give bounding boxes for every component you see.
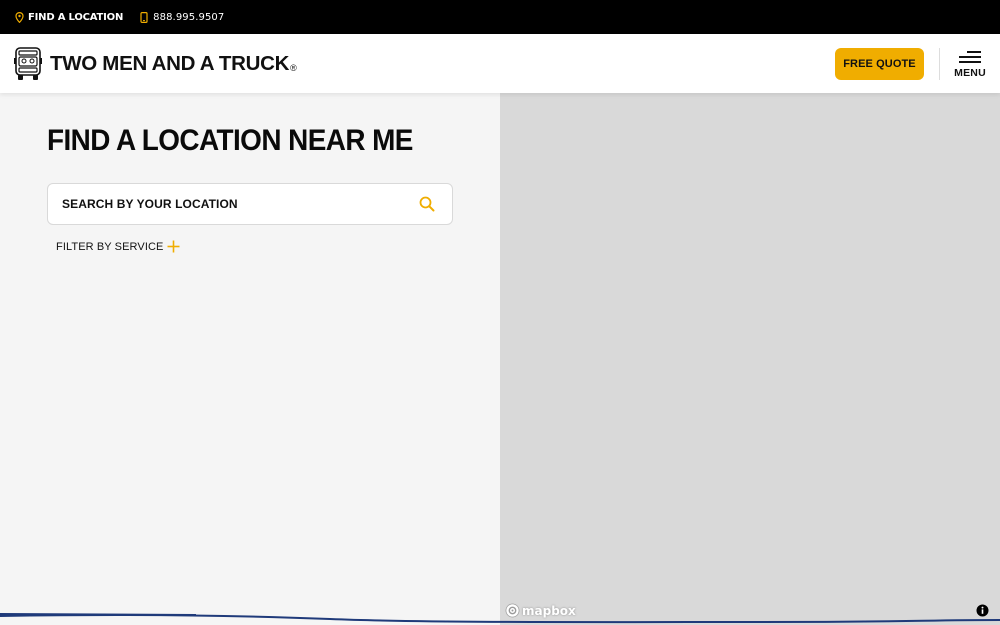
menu-button[interactable]: MENU bbox=[950, 48, 990, 80]
hamburger-icon bbox=[959, 51, 981, 63]
free-quote-button[interactable]: FREE QUOTE bbox=[835, 48, 924, 80]
mapbox-attribution-logo[interactable]: mapbox bbox=[505, 603, 576, 618]
phone-number: 888.995.9507 bbox=[153, 11, 225, 23]
find-location-label: FIND A LOCATION bbox=[28, 11, 124, 23]
map-pin-icon bbox=[15, 11, 24, 23]
filter-by-service-toggle[interactable]: FILTER BY SERVICE bbox=[56, 240, 180, 253]
header-divider bbox=[939, 48, 940, 80]
location-search-panel: FIND A LOCATION NEAR ME FILTER BY SERVIC… bbox=[0, 93, 500, 625]
mapbox-wordmark: mapbox bbox=[522, 603, 576, 618]
brand-name: TWO MEN AND A TRUCK bbox=[50, 51, 290, 75]
brand-wordmark: TWO MEN AND A TRUCK® bbox=[50, 51, 297, 76]
location-search-input[interactable] bbox=[48, 184, 419, 224]
info-icon[interactable] bbox=[976, 604, 989, 617]
phone-icon bbox=[140, 11, 149, 23]
map-canvas[interactable]: mapbox bbox=[500, 93, 1000, 625]
menu-label: MENU bbox=[954, 67, 986, 79]
brand-logo[interactable]: TWO MEN AND A TRUCK® bbox=[14, 46, 297, 81]
mapbox-logo-icon bbox=[505, 603, 520, 618]
search-icon[interactable] bbox=[419, 196, 435, 212]
registered-mark: ® bbox=[290, 62, 297, 73]
find-location-link[interactable]: FIND A LOCATION bbox=[15, 11, 124, 23]
phone-link[interactable]: 888.995.9507 bbox=[140, 12, 224, 23]
utility-bar: FIND A LOCATION 888.995.9507 bbox=[0, 0, 1000, 34]
truck-logo-icon bbox=[14, 46, 42, 81]
page-title: FIND A LOCATION NEAR ME bbox=[47, 124, 413, 157]
plus-icon bbox=[167, 240, 180, 253]
filter-label: FILTER BY SERVICE bbox=[56, 240, 164, 253]
location-search-box bbox=[47, 183, 453, 225]
site-header: TWO MEN AND A TRUCK® FREE QUOTE MENU bbox=[0, 34, 1000, 93]
